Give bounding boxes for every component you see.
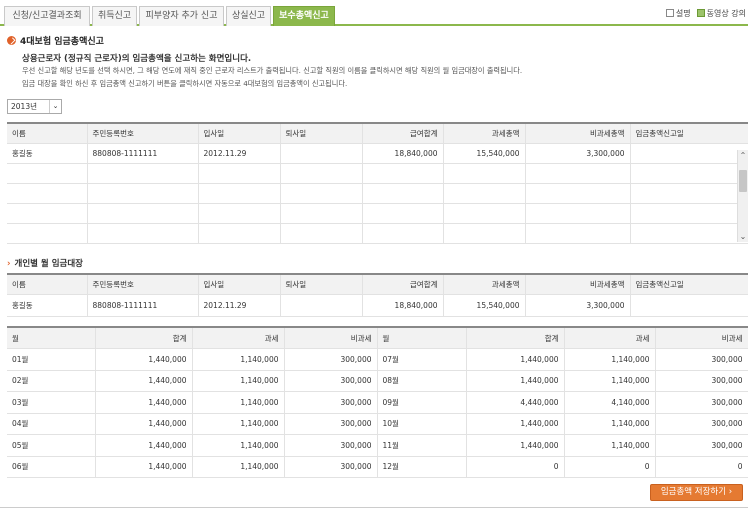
chevron-down-icon: ⌄ bbox=[49, 100, 61, 113]
col-name: 이름 bbox=[7, 123, 88, 144]
employee-name-link[interactable]: 홍길동 bbox=[7, 143, 88, 164]
employee-table: 이름 주민등록번호 입사일 퇴사일 급여합계 과세총액 비과세총액 임금총액신고… bbox=[7, 122, 748, 244]
scroll-thumb[interactable] bbox=[739, 170, 747, 192]
table-row-empty bbox=[7, 183, 748, 204]
tab-wage-total-report[interactable]: 보수총액신고 bbox=[273, 6, 335, 26]
video-link[interactable]: 동영상 강의 bbox=[696, 8, 746, 19]
scroll-down-icon[interactable]: ⌄ bbox=[738, 231, 748, 242]
save-wage-total-button[interactable]: 임금총액 저장하기 › bbox=[650, 484, 743, 501]
section-title: 4대보험 임금총액신고 bbox=[7, 34, 104, 47]
col-nontaxable-total: 비과세총액 bbox=[525, 123, 631, 144]
col-report-date: 임금총액신고일 bbox=[630, 123, 748, 144]
col-pay-total: 급여합계 bbox=[362, 123, 444, 144]
tab-acquisition-report[interactable]: 취득신고 bbox=[92, 6, 137, 26]
divider bbox=[0, 507, 748, 508]
tab-dependent-add[interactable]: 피부양자 추가 신고 bbox=[139, 6, 224, 26]
scroll-up-icon[interactable]: ⌃ bbox=[738, 150, 748, 161]
table-row: 02월 1,440,000 1,140,000 300,000 08월 1,440,00… bbox=[7, 370, 748, 392]
table-row-empty bbox=[7, 163, 748, 184]
col-resident-number: 주민등록번호 bbox=[87, 123, 199, 144]
ledger-title: › 개인별 월 임금대장 bbox=[7, 259, 83, 269]
table-row-empty bbox=[7, 203, 748, 224]
section-description-line-2: 임금 대장을 확인 하신 후 임금총액 신고하기 버튼을 클릭하시면 자동으로 … bbox=[22, 79, 348, 88]
employee-table-header: 이름 주민등록번호 입사일 퇴사일 급여합계 과세총액 비과세총액 임금총액신고… bbox=[7, 123, 748, 144]
chevron-right-icon: › bbox=[7, 259, 11, 269]
table-row[interactable]: 홍길동 880808-1111111 2012.11.29 18,840,000… bbox=[7, 143, 748, 164]
table-row: 홍길동 880808-1111111 2012.11.29 18,840,000… bbox=[7, 294, 748, 317]
col-hire-date: 입사일 bbox=[198, 123, 281, 144]
section-description-line-1: 우선 신고할 해당 년도를 선택 하시면, 그 해당 연도에 재직 중인 근로자… bbox=[22, 66, 523, 75]
table-row-empty bbox=[7, 223, 748, 244]
col-leave-date: 퇴사일 bbox=[280, 123, 363, 144]
ledger-table-header: 이름 주민등록번호 입사일 퇴사일 급여합계 과세총액 비과세총액 임금총액신고… bbox=[7, 274, 748, 295]
top-links: 설명 동영상 강의 bbox=[665, 8, 746, 19]
table-row: 01월 1,440,000 1,140,000 300,000 07월 1,440,00… bbox=[7, 348, 748, 371]
monthly-table: 월 합계 과세 비과세 월 합계 과세 비과세 01월 1,440,000 1,14… bbox=[7, 326, 748, 478]
employee-table-scrollbar[interactable]: ⌃ ⌄ bbox=[737, 150, 748, 242]
table-row: 04월 1,440,000 1,140,000 300,000 10월 1,440,00… bbox=[7, 413, 748, 435]
table-row: 06월 1,440,000 1,140,000 300,000 12월 0 0 0 bbox=[7, 456, 748, 478]
year-select[interactable]: 2013년 ⌄ bbox=[7, 99, 62, 114]
tab-loss-report[interactable]: 상실신고 bbox=[226, 6, 271, 26]
tab-application-results[interactable]: 신청/신고결과조회 bbox=[4, 6, 90, 26]
video-icon bbox=[696, 9, 705, 17]
ledger-table: 이름 주민등록번호 입사일 퇴사일 급여합계 과세총액 비과세총액 임금총액신고… bbox=[7, 273, 748, 317]
table-row: 03월 1,440,000 1,140,000 300,000 09월 4,440,00… bbox=[7, 391, 748, 414]
section-description-bold: 상용근로자 (정규직 근로자)의 임금총액을 신고하는 화면입니다. bbox=[22, 54, 252, 64]
help-link[interactable]: 설명 bbox=[665, 8, 691, 19]
col-taxable-total: 과세총액 bbox=[443, 123, 526, 144]
check-bullet-icon bbox=[7, 36, 16, 45]
tab-bar: 신청/신고결과조회 취득신고 피부양자 추가 신고 상실신고 보수총액신고 설명… bbox=[0, 0, 748, 26]
monthly-table-header: 월 합계 과세 비과세 월 합계 과세 비과세 bbox=[7, 327, 748, 349]
table-row: 05월 1,440,000 1,140,000 300,000 11월 1,440,00… bbox=[7, 434, 748, 457]
help-icon bbox=[665, 9, 674, 17]
